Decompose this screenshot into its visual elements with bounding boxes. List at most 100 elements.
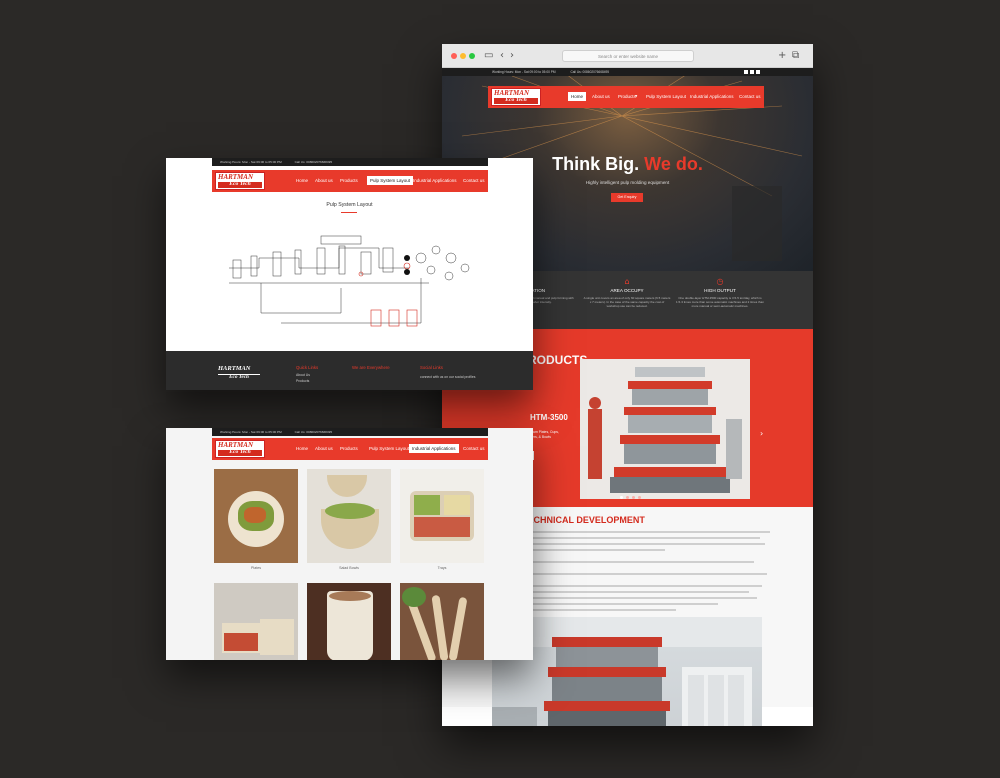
application-tile[interactable]	[214, 583, 298, 660]
minimize-window-button[interactable]	[460, 53, 466, 59]
nav-products[interactable]: Products	[340, 446, 358, 451]
logo-text-2: Eco Tech	[494, 97, 538, 104]
plus-icon[interactable]: +	[778, 50, 786, 62]
get-enquiry-button[interactable]: Get Enquiry	[611, 193, 643, 202]
logo-text-2: Eco Tech	[218, 373, 260, 380]
nav-home[interactable]: Home	[296, 178, 308, 183]
salad-bowls-image	[307, 469, 391, 563]
working-hours: Working Hours: Mon - Sat 09:00 to 05:00 …	[220, 160, 282, 164]
chevron-down-icon: ▼	[635, 94, 638, 98]
chevron-left-icon[interactable]: ‹	[500, 50, 504, 62]
feature-title: HIGH OUTPUT	[704, 288, 736, 293]
twitter-icon[interactable]	[750, 70, 754, 74]
nav-pulp-system[interactable]: Pulp System Layout	[367, 176, 414, 185]
plates-image	[214, 469, 298, 563]
call-number: Call Us: 008602076668495	[294, 160, 333, 164]
feature-title: AREA OCCUPY	[610, 288, 644, 293]
application-tile[interactable]: Trays	[400, 469, 484, 570]
main-nav: HARTMAN Eco Tech Home About us Products …	[212, 170, 488, 192]
footer-link-products[interactable]: Products	[296, 379, 309, 383]
nav-contact[interactable]: Contact us	[463, 446, 485, 451]
call-number: Call Us: 008602076668495	[294, 430, 333, 434]
logo-text-2: Eco Tech	[218, 449, 262, 456]
machine-image	[580, 359, 750, 499]
nav-industrial[interactable]: Industrial Applications	[690, 94, 734, 99]
trays-image	[400, 469, 484, 563]
nav-contact[interactable]: Contact us	[739, 94, 761, 99]
nav-products[interactable]: Products	[340, 178, 358, 183]
nav-about[interactable]: About us	[315, 446, 333, 451]
hartman-logo[interactable]: HARTMAN Eco Tech	[215, 172, 265, 190]
nav-about[interactable]: About us	[315, 178, 333, 183]
hartman-logo[interactable]: HARTMAN Eco Tech	[215, 440, 265, 458]
youtube-icon[interactable]	[756, 70, 760, 74]
cups-image	[307, 583, 391, 660]
carousel-dot[interactable]	[638, 496, 641, 499]
title-underline	[341, 212, 357, 213]
main-nav: HARTMAN Eco Tech Home About us Products …	[488, 86, 764, 108]
browser-chrome: ▭ ‹ › Search or enter website name + ⧉	[442, 44, 813, 68]
footer-link-about[interactable]: About Us	[296, 373, 310, 377]
nav-industrial[interactable]: Industrial Applications	[413, 178, 457, 183]
call-number: Call Us: 008602076668495	[570, 70, 610, 74]
footer: HARTMAN Eco Tech Quick Links About Us Pr…	[166, 351, 533, 390]
home-icon: ⌂	[624, 277, 630, 286]
carousel-dot[interactable]	[626, 496, 629, 499]
tile-caption: Trays	[437, 566, 447, 570]
tabs-icon[interactable]: ⧉	[792, 50, 799, 62]
top-info-bar: Working Hours: Mon - Sat 09:00 to 05:00 …	[442, 68, 813, 76]
working-hours: Working Hours: Mon - Sat 09:00 to 05:00 …	[492, 70, 556, 74]
logo-text-1: HARTMAN	[218, 441, 254, 449]
maximize-window-button[interactable]	[469, 53, 475, 59]
carousel-dot[interactable]	[632, 496, 635, 499]
logo-text-1: HARTMAN	[218, 365, 251, 372]
quick-links-heading: Quick Links	[296, 365, 319, 370]
logo-text-2: Eco Tech	[218, 181, 262, 188]
hero-title-red: We do.	[644, 154, 703, 174]
application-tile[interactable]	[307, 583, 391, 660]
tile-caption: Salad Bowls	[339, 566, 359, 570]
nav-home[interactable]: Home	[296, 446, 308, 451]
social-text: connect with us on our social profiles	[420, 375, 476, 379]
facebook-icon[interactable]	[744, 70, 748, 74]
nav-pulp-system[interactable]: Pulp System Layout	[646, 94, 686, 99]
application-tile[interactable]: Salad Bowls	[307, 469, 391, 570]
top-info-bar: Working Hours: Mon - Sat 09:00 to 05:00 …	[212, 428, 488, 436]
containers-image	[214, 583, 298, 660]
logo-text-1: HARTMAN	[218, 173, 254, 181]
feature-area: ⌂ AREA OCCUPY A single unit covers an ar…	[577, 271, 677, 308]
tile-caption: Plates	[251, 566, 261, 570]
working-hours: Working Hours: Mon - Sat 09:00 to 05:00 …	[220, 430, 282, 434]
clock-icon: ◷	[716, 277, 724, 286]
application-tile[interactable]: Plates	[214, 469, 298, 570]
footer-logo[interactable]: HARTMAN Eco Tech	[216, 365, 262, 381]
application-tile[interactable]	[400, 583, 484, 660]
development-text-block	[508, 531, 770, 615]
close-window-button[interactable]	[451, 53, 457, 59]
carousel-next-icon[interactable]: ›	[760, 429, 763, 438]
development-title: TECHNICAL DEVELOPMENT	[522, 515, 645, 525]
feature-text: A single unit covers an area of only 60 …	[583, 296, 671, 308]
carousel-dot[interactable]	[620, 496, 623, 499]
feature-text: One double-layer HTM-3500 capacity is 3.…	[676, 296, 764, 308]
nav-about[interactable]: About us	[592, 94, 610, 99]
url-bar[interactable]: Search or enter website name	[562, 50, 694, 62]
nav-products[interactable]: Products	[618, 94, 636, 99]
feature-output: ◷ HIGH OUTPUT One double-layer HTM-3500 …	[670, 271, 770, 308]
pulp-system-diagram	[229, 235, 470, 327]
everywhere-heading: We are Everywhere	[352, 365, 390, 370]
industrial-applications-page: Working Hours: Mon - Sat 09:00 to 05:00 …	[166, 428, 533, 660]
nav-pulp-system[interactable]: Pulp System Layout	[369, 446, 409, 451]
nav-contact[interactable]: Contact us	[463, 178, 485, 183]
main-nav: HARTMAN Eco Tech Home About us Products …	[212, 438, 488, 460]
hartman-logo[interactable]: HARTMAN Eco Tech	[491, 88, 541, 106]
cutlery-image	[400, 583, 484, 660]
logo-text-1: HARTMAN	[494, 89, 530, 97]
sidebar-icon[interactable]: ▭	[484, 50, 493, 62]
hero-title-white: Think Big.	[552, 154, 640, 174]
chevron-right-icon[interactable]: ›	[510, 50, 514, 62]
nav-industrial[interactable]: Industrial Applications	[409, 444, 459, 453]
nav-home[interactable]: Home	[568, 92, 587, 101]
page-title: Pulp System Layout	[326, 202, 373, 208]
pulp-layout-page: Working Hours: Mon - Sat 09:00 to 05:00 …	[166, 158, 533, 390]
